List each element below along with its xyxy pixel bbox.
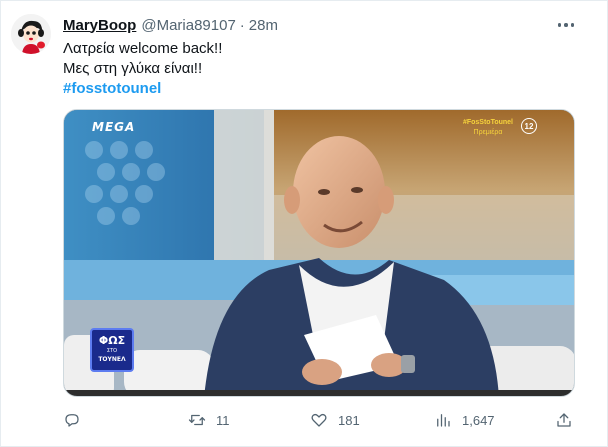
views-count: 1,647: [462, 412, 495, 428]
retweet-count: 11: [216, 412, 230, 428]
avatar[interactable]: [11, 14, 51, 54]
heart-icon: [311, 413, 327, 427]
like-count: 181: [338, 412, 360, 428]
tweet-actions: 11 181 1,647: [63, 409, 583, 431]
retweet-icon: [188, 414, 206, 426]
tweet-text: Λατρεία welcome back!! Μες στη γλύκα είν…: [63, 39, 222, 99]
more-dot-icon: [564, 23, 568, 27]
age-rating-badge: 12: [521, 118, 537, 134]
share-button[interactable]: [555, 409, 573, 431]
more-dot-icon: [570, 23, 575, 27]
reply-icon: [65, 414, 79, 427]
reply-button[interactable]: [63, 409, 91, 431]
views-button[interactable]: 1,647: [434, 409, 495, 431]
more-dot-icon: [557, 23, 562, 27]
tweet-text-line: Λατρεία welcome back!!: [63, 40, 223, 57]
views-chart-icon: [437, 414, 450, 427]
like-button[interactable]: 181: [310, 409, 360, 431]
tweet-text-line: Μες στη γλύκα είναι!!: [63, 60, 203, 77]
retweet-button[interactable]: 11: [188, 409, 230, 431]
show-logo-title: ΦΩΣ: [98, 334, 126, 347]
tv-premiere-label: Πρεμιέρα: [473, 129, 503, 136]
tv-screenshot-image: [64, 110, 574, 396]
share-icon: [557, 413, 571, 427]
separator-dot: ·: [239, 16, 245, 34]
tweet-header: MaryBoop @Maria89107 · 28m: [63, 15, 278, 35]
betty-boop-avatar-icon: [11, 14, 51, 54]
timestamp[interactable]: 28m: [249, 17, 278, 34]
more-options-button[interactable]: [552, 15, 580, 35]
hashtag-link[interactable]: #fosstotounel: [63, 79, 222, 99]
tv-hashtag: #FosStoTounel: [462, 119, 514, 126]
show-logo: ΦΩΣ ΣΤΟ ΤΟΥΝΕΛ: [90, 328, 134, 372]
show-logo-subtitle: ΤΟΥΝΕΛ: [98, 356, 126, 363]
tweet-card[interactable]: MaryBoop @Maria89107 · 28m Λατρεία welco…: [0, 0, 608, 447]
channel-logo: MEGA: [92, 120, 136, 134]
display-name[interactable]: MaryBoop: [63, 17, 136, 34]
show-logo-middle: ΣΤΟ: [106, 348, 118, 354]
tweet-media[interactable]: MEGA #FosStoTounel Πρεμιέρα 12 ΦΩΣ ΣΤΟ Τ…: [63, 109, 575, 397]
user-handle[interactable]: @Maria89107: [141, 17, 235, 34]
